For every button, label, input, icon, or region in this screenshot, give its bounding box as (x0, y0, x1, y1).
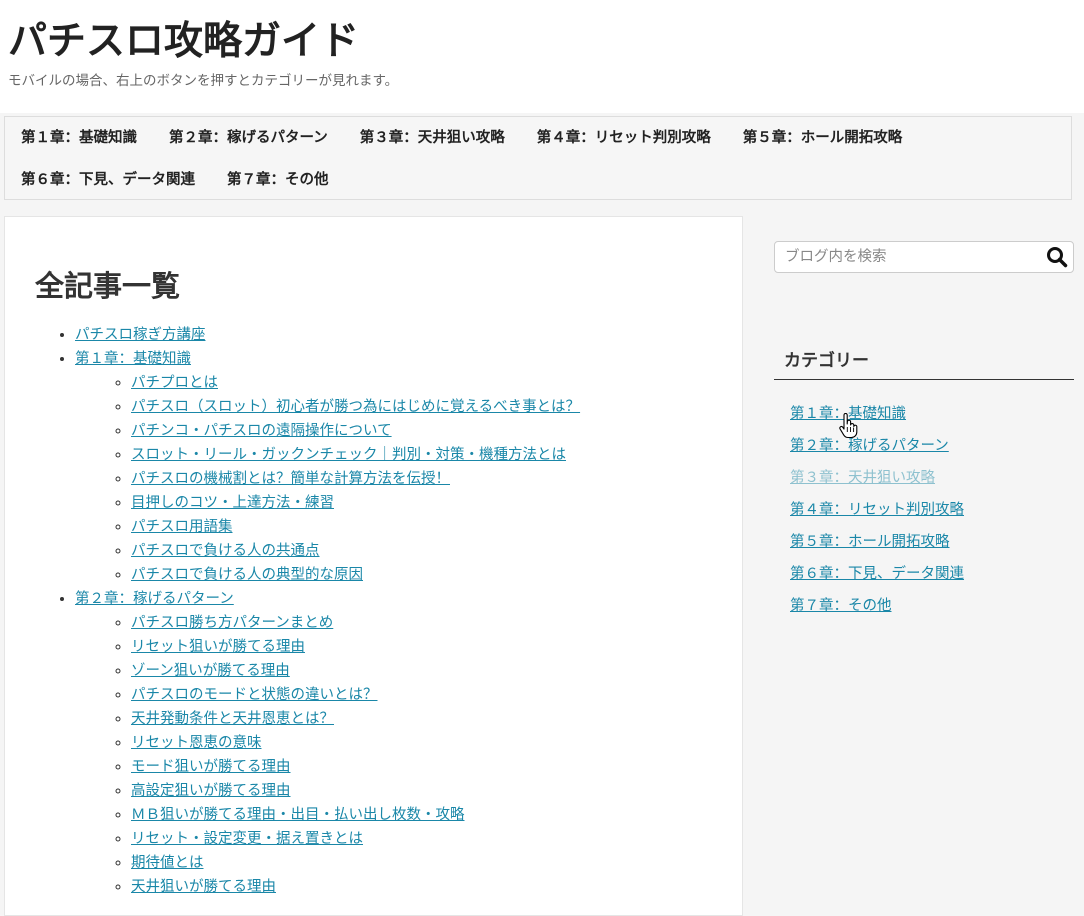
article-link[interactable]: 高設定狙いが勝てる理由 (131, 783, 291, 799)
list-item: リセット狙いが勝てる理由 (131, 635, 580, 659)
list-item: 目押しのコツ・上達方法・練習 (131, 491, 580, 515)
article-link[interactable]: パチンコ・パチスロの遠隔操作について (131, 423, 392, 439)
list-item: パチスロ稼ぎ方講座 (75, 323, 580, 347)
article-link[interactable]: 目押しのコツ・上達方法・練習 (131, 495, 334, 511)
nav-item-chapter-4[interactable]: 第４章：リセット判別攻略 (537, 117, 711, 159)
category-item: 第４章：リセット判別攻略 (790, 494, 964, 526)
list-item: パチスロ勝ち方パターンまとめ (131, 611, 580, 635)
list-item: パチスロで負ける人の典型的な原因 (131, 563, 580, 587)
search-input[interactable] (775, 242, 1045, 272)
category-heading: カテゴリー (774, 348, 1074, 380)
article-link[interactable]: ゾーン狙いが勝てる理由 (131, 663, 290, 679)
list-item: 第２章：稼げるパターンパチスロ勝ち方パターンまとめリセット狙いが勝てる理由ゾーン… (75, 587, 580, 899)
category-link-chapter-2[interactable]: 第２章：稼げるパターン (790, 438, 949, 454)
article-link[interactable]: 天井発動条件と天井恩恵とは？ (131, 711, 334, 727)
list-item: 天井狙いが勝てる理由 (131, 875, 580, 899)
nav-item-chapter-6[interactable]: 第６章：下見、データ関連 (21, 159, 195, 201)
nav-item-chapter-3[interactable]: 第３章：天井狙い攻略 (360, 117, 505, 159)
category-link-chapter-6[interactable]: 第６章：下見、データ関連 (790, 566, 964, 582)
article-link[interactable]: パチスロで負ける人の典型的な原因 (131, 567, 363, 583)
article-link[interactable]: パチプロとは (131, 375, 218, 391)
article-link[interactable]: 天井狙いが勝てる理由 (131, 879, 276, 895)
category-link-chapter-4[interactable]: 第４章：リセット判別攻略 (790, 502, 964, 518)
category-list: 第１章：基礎知識第２章：稼げるパターン 第３章：天井狙い攻略第４章：リセット判別攻… (790, 398, 964, 622)
article-link[interactable]: パチスロで負ける人の共通点 (131, 543, 320, 559)
global-nav: 第１章：基礎知識 第２章：稼げるパターン 第３章：天井狙い攻略 第４章：リセット判別攻… (4, 116, 1072, 200)
article-link[interactable]: リセット・設定変更・据え置きとは (131, 831, 363, 847)
list-item: モード狙いが勝てる理由 (131, 755, 580, 779)
list-item: ＭＢ狙いが勝てる理由・出目・払い出し枚数・攻略 (131, 803, 580, 827)
page-title: 全記事一覧 (35, 269, 181, 303)
sub-article-list: パチプロとはパチスロ（スロット）初心者が勝つ為にはじめに覚えるべき事とは？ パチン… (75, 371, 580, 587)
list-item: リセット・設定変更・据え置きとは (131, 827, 580, 851)
list-item: パチスロのモードと状態の違いとは？ (131, 683, 580, 707)
search-box (774, 241, 1074, 273)
article-link[interactable]: モード狙いが勝てる理由 (131, 759, 291, 775)
category-link-chapter-3[interactable]: 第３章：天井狙い攻略 (790, 470, 935, 486)
nav-item-chapter-1[interactable]: 第１章：基礎知識 (21, 117, 137, 159)
nav-item-chapter-7[interactable]: 第７章：その他 (227, 159, 329, 201)
article-link[interactable]: リセット恩恵の意味 (131, 735, 262, 751)
article-link[interactable]: 第１章：基礎知識 (75, 351, 191, 367)
list-item: パチスロ（スロット）初心者が勝つ為にはじめに覚えるべき事とは？ (131, 395, 580, 419)
nav-menu: 第１章：基礎知識 第２章：稼げるパターン 第３章：天井狙い攻略 第４章：リセット判別攻… (5, 117, 1021, 201)
article-link[interactable]: パチスロ（スロット）初心者が勝つ為にはじめに覚えるべき事とは？ (131, 399, 580, 415)
article-link[interactable]: パチスロのモードと状態の違いとは？ (131, 687, 378, 703)
search-icon[interactable] (1045, 245, 1069, 269)
category-item: 第６章：下見、データ関連 (790, 558, 964, 590)
category-item: 第２章：稼げるパターン (790, 430, 964, 462)
list-item: リセット恩恵の意味 (131, 731, 580, 755)
article-link[interactable]: 第２章：稼げるパターン (75, 591, 234, 607)
article-link[interactable]: 期待値とは (131, 855, 204, 871)
list-item: パチスロで負ける人の共通点 (131, 539, 580, 563)
list-item: 第１章：基礎知識パチプロとはパチスロ（スロット）初心者が勝つ為にはじめに覚えるべ… (75, 347, 580, 587)
list-item: ゾーン狙いが勝てる理由 (131, 659, 580, 683)
list-item: パチスロ用語集 (131, 515, 580, 539)
article-link[interactable]: ＭＢ狙いが勝てる理由・出目・払い出し枚数・攻略 (131, 807, 465, 823)
list-item: 高設定狙いが勝てる理由 (131, 779, 580, 803)
list-item: パチプロとは (131, 371, 580, 395)
list-item: パチンコ・パチスロの遠隔操作について (131, 419, 580, 443)
article-link[interactable]: パチスロ用語集 (131, 519, 233, 535)
nav-item-chapter-2[interactable]: 第２章：稼げるパターン (169, 117, 328, 159)
list-item: 天井発動条件と天井恩恵とは？ (131, 707, 580, 731)
category-link-chapter-7[interactable]: 第７章：その他 (790, 598, 892, 614)
list-item: スロット・リール・ガックンチェック｜判別・対策・機種方法とは (131, 443, 580, 467)
list-item: パチスロの機械割とは？簡単な計算方法を伝授！ (131, 467, 580, 491)
category-item: 第１章：基礎知識 (790, 398, 964, 430)
article-link[interactable]: パチスロの機械割とは？簡単な計算方法を伝授！ (131, 471, 450, 487)
sub-article-list: パチスロ勝ち方パターンまとめリセット狙いが勝てる理由ゾーン狙いが勝てる理由パチス… (75, 611, 580, 899)
article-link[interactable]: スロット・リール・ガックンチェック｜判別・対策・機種方法とは (131, 447, 566, 463)
category-item: 第７章：その他 (790, 590, 964, 622)
nav-item-chapter-5[interactable]: 第５章：ホール開拓攻略 (743, 117, 903, 159)
article-list: パチスロ稼ぎ方講座第１章：基礎知識パチプロとはパチスロ（スロット）初心者が勝つ為… (35, 323, 580, 899)
article-link[interactable]: パチスロ稼ぎ方講座 (75, 327, 206, 343)
main-content: 全記事一覧 パチスロ稼ぎ方講座第１章：基礎知識パチプロとはパチスロ（スロット）初… (4, 216, 743, 916)
site-header: パチスロ攻略ガイド モバイルの場合、右上のボタンを押すとカテゴリーが見れます。 (0, 0, 1084, 113)
site-tagline: モバイルの場合、右上のボタンを押すとカテゴリーが見れます。 (8, 73, 399, 89)
category-item: 第５章：ホール開拓攻略 (790, 526, 964, 558)
category-link-chapter-5[interactable]: 第５章：ホール開拓攻略 (790, 534, 950, 550)
list-item: 期待値とは (131, 851, 580, 875)
category-item: 第３章：天井狙い攻略 (790, 462, 964, 494)
article-link[interactable]: パチスロ勝ち方パターンまとめ (131, 615, 333, 631)
site-title[interactable]: パチスロ攻略ガイド (8, 16, 359, 68)
category-link-chapter-1[interactable]: 第１章：基礎知識 (790, 406, 906, 422)
article-link[interactable]: リセット狙いが勝てる理由 (131, 639, 305, 655)
